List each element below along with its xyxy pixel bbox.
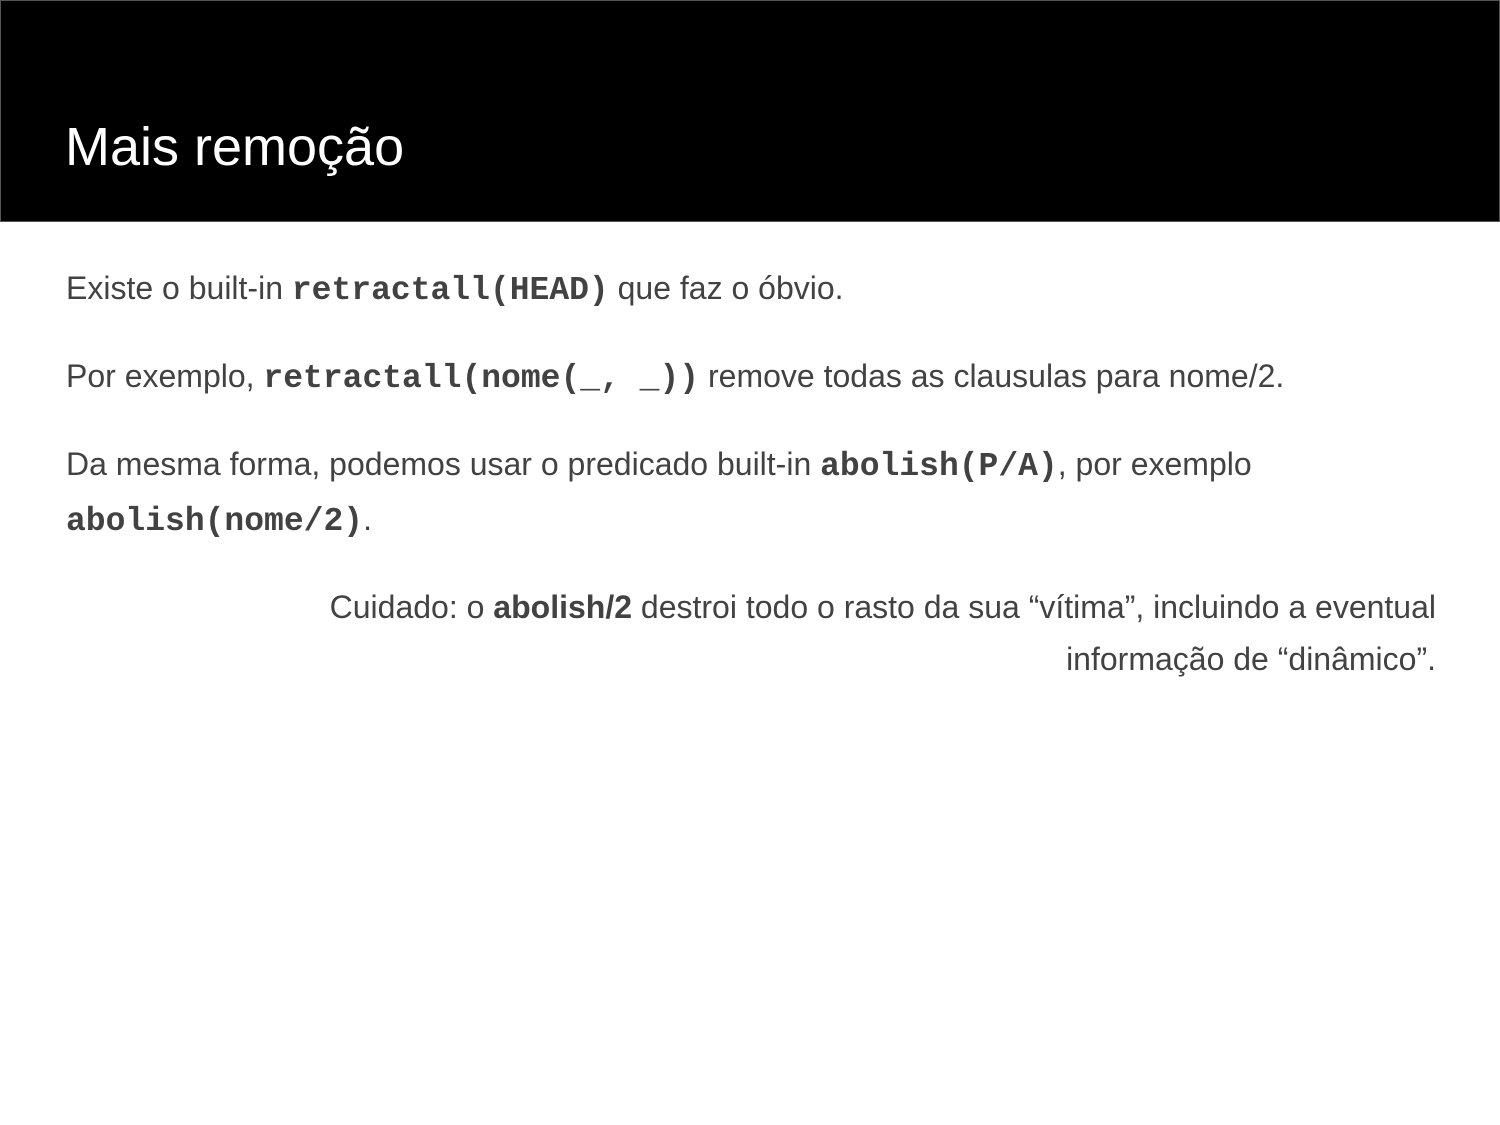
bold-abolish: abolish/2: [493, 589, 632, 625]
paragraph-abolish: Da mesma forma, podemos usar o predicado…: [66, 438, 1436, 548]
code-abolish-pa: abolish(P/A): [820, 448, 1058, 485]
text: .: [363, 501, 372, 537]
warning-note: Cuidado: o abolish/2 destroi todo o rast…: [66, 581, 1436, 685]
text: remove todas as clausulas para nome/2.: [699, 358, 1285, 394]
text: Existe o built-in: [66, 270, 292, 306]
slide: Mais remoção Existe o built-in retractal…: [0, 0, 1500, 1125]
code-retractall-nome: retractall(nome(_, _)): [263, 360, 700, 397]
text: que faz o óbvio.: [608, 270, 844, 306]
code-abolish-nome: abolish(nome/2): [66, 503, 364, 540]
slide-title: Mais remoção: [65, 117, 405, 177]
text: Por exemplo,: [66, 358, 264, 394]
paragraph-retractall-example: Por exemplo, retractall(nome(_, _)) remo…: [66, 350, 1436, 405]
slide-body: Existe o built-in retractall(HEAD) que f…: [66, 262, 1436, 718]
text: Cuidado: o: [329, 589, 494, 625]
title-bar: Mais remoção: [0, 0, 1500, 222]
text: Da mesma forma, podemos usar o predicado…: [66, 446, 821, 482]
text: destroi todo o rasto da sua “vítima”, in…: [632, 589, 1436, 677]
text: , por exemplo: [1057, 446, 1252, 482]
code-retractall-head: retractall(HEAD): [291, 272, 609, 309]
paragraph-retractall-intro: Existe o built-in retractall(HEAD) que f…: [66, 262, 1436, 317]
